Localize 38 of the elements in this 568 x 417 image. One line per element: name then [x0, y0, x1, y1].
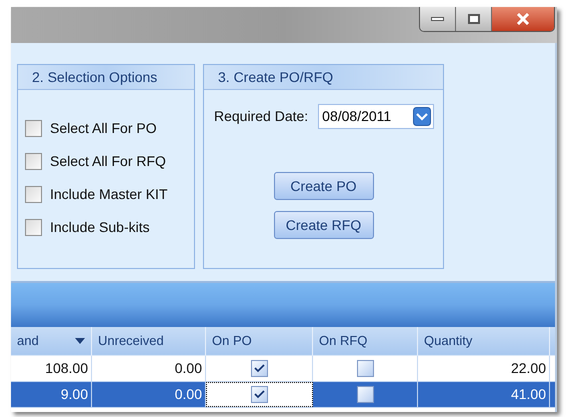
group-header: 2. Selection Options: [18, 65, 194, 90]
dropdown-icon: [413, 107, 432, 126]
checkbox[interactable]: [250, 360, 268, 377]
grid-row[interactable]: 108.00 0.00 22.00: [11, 356, 555, 382]
checkbox[interactable]: [25, 152, 42, 170]
checkbox[interactable]: [356, 360, 374, 377]
table-cell: 9.00: [11, 382, 92, 407]
table-cell: 41.00: [418, 382, 550, 407]
column-header[interactable]: On PO: [206, 327, 313, 355]
table-cell: 108.00: [11, 356, 92, 381]
checkbox[interactable]: [25, 186, 42, 202]
date-field[interactable]: 08/08/2011: [318, 104, 434, 129]
option-checkbox[interactable]: Select All For RFQ: [25, 152, 194, 170]
column-header[interactable]: Unreceived: [92, 327, 206, 355]
option-checkbox[interactable]: Include Sub-kits: [25, 218, 194, 236]
option-checkbox[interactable]: Select All For PO: [25, 119, 194, 137]
close-button[interactable]: [492, 7, 554, 31]
create-button[interactable]: Create RFQ: [274, 211, 374, 239]
filter-dropdown-icon: [75, 338, 85, 344]
table-cell: 0.00: [92, 356, 206, 381]
create-button[interactable]: Create PO: [274, 172, 374, 200]
column-header[interactable]: and: [11, 327, 92, 355]
group-header: 3. Create PO/RFQ: [204, 65, 443, 90]
column-header[interactable]: Quantity: [418, 327, 550, 355]
checkbox[interactable]: [356, 386, 374, 403]
checkbox[interactable]: [25, 120, 42, 136]
maximize-button[interactable]: [456, 7, 492, 31]
required-date-label: Required Date:: [214, 107, 308, 126]
minimize-button[interactable]: [420, 7, 456, 31]
checkbox[interactable]: [251, 386, 268, 403]
checkmark-icon: [254, 390, 265, 399]
checkmark-icon: [254, 364, 264, 373]
table-cell: 22.00: [418, 356, 550, 381]
grid-row[interactable]: 9.00 0.00 41.00: [11, 382, 555, 408]
close-icon: [516, 13, 530, 25]
option-checkbox[interactable]: Include Master KIT: [25, 185, 194, 203]
column-header[interactable]: On RFQ: [313, 327, 418, 355]
checkbox[interactable]: [25, 218, 42, 236]
